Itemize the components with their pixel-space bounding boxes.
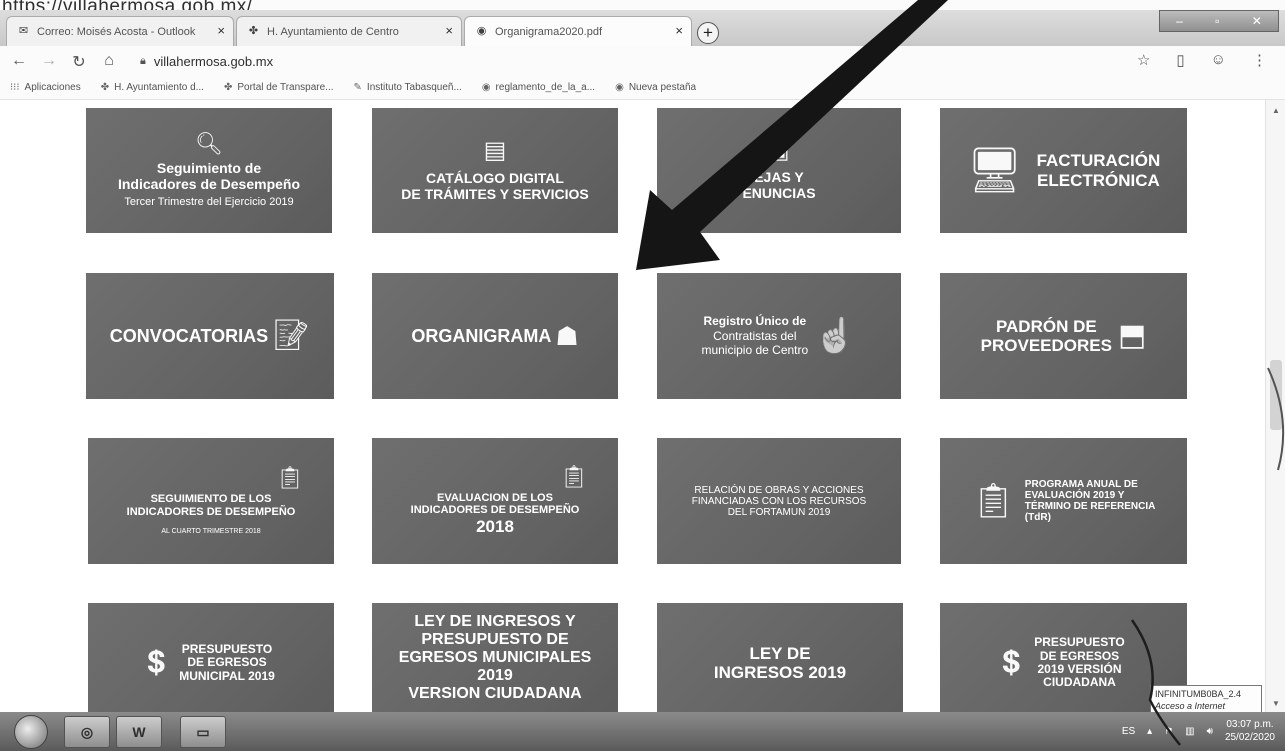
window-controls: – ▫ ✕ <box>1159 10 1279 32</box>
computer-icon: 🖥︎ <box>966 145 1023 195</box>
profile-icon[interactable]: ☺ <box>1211 51 1226 69</box>
taskbar: ◎ W ▭ ES ▴ ⚑ ▥ 🔊︎ 03:07 p.m. 25/02/2020 <box>0 712 1285 751</box>
flag-icon[interactable]: ⚑ <box>1164 726 1173 737</box>
reload-icon[interactable]: ↻ <box>70 52 88 72</box>
money-hand-icon: 💲︎ <box>147 646 166 679</box>
menu-dots-icon[interactable]: ⋮ <box>1252 51 1267 69</box>
system-tray: ES ▴ ⚑ ▥ 🔊︎ 03:07 p.m. 25/02/2020 <box>1122 718 1275 744</box>
municipal-icon: ✤ <box>223 82 233 93</box>
bookmark-nueva-pestana[interactable]: ◉ Nueva pestaña <box>615 82 696 93</box>
money-hand-icon: 💲︎ <box>1002 646 1021 679</box>
close-window-icon[interactable]: ✕ <box>1252 14 1262 28</box>
municipal-icon: ✤ <box>100 82 110 93</box>
url-text: villahermosa.gob.mx <box>153 53 274 69</box>
lock-icon: 🔒︎ <box>140 54 146 67</box>
tray-arrow-icon[interactable]: ▴ <box>1147 726 1152 737</box>
tile-facturacion-electronica[interactable]: 🖥︎ FACTURACIÓN ELECTRÓNICA <box>940 108 1187 233</box>
municipal-icon: ✤ <box>248 25 259 37</box>
document-pen-icon: 📝︎ <box>272 319 311 352</box>
globe-icon: ◉ <box>615 82 624 93</box>
tile-registro-contratistas[interactable]: Registro Único de Contratistas del munic… <box>657 273 901 399</box>
new-tab-button[interactable]: + <box>697 22 719 44</box>
vertical-scrollbar[interactable]: ▲ ▼ <box>1265 100 1285 712</box>
back-arrow-icon[interactable]: ← <box>10 52 28 70</box>
bookmark-apps[interactable]: ⁝⁝⁝ Aplicaciones <box>10 82 81 93</box>
tab-title: Correo: Moisés Acosta - Outlook <box>37 25 196 38</box>
clock[interactable]: 03:07 p.m. 25/02/2020 <box>1225 718 1275 744</box>
start-button[interactable] <box>14 715 48 749</box>
scroll-thumb[interactable] <box>1270 360 1282 430</box>
tile-organigrama[interactable]: ORGANIGRAMA ☗ <box>372 273 618 399</box>
tile-convocatorias[interactable]: CONVOCATORIAS 📝︎ <box>86 273 334 399</box>
tile-ley-ingresos-2019[interactable]: LEY DE INGRESOS 2019 <box>657 603 903 712</box>
network-tooltip: INFINITUMB0BA_2.4 Acceso a Internet <box>1150 685 1262 715</box>
tile-quejas-denuncias[interactable]: ▣ EJAS Y ENUNCIAS <box>657 108 901 233</box>
tile-evaluacion-indicadores-2018[interactable]: 📋︎ EVALUACION DE LOS INDICADORES DE DESE… <box>372 438 618 564</box>
tab-title: H. Ayuntamiento de Centro <box>267 25 399 38</box>
close-icon[interactable]: × <box>217 23 225 38</box>
bookmark-reglamento[interactable]: ◉ reglamento_de_la_a... <box>482 82 595 93</box>
tile-programa-anual-evaluacion[interactable]: 📋︎ PROGRAMA ANUAL DE EVALUACIÓN 2019 Y T… <box>940 438 1187 564</box>
network-icon[interactable]: ▥ <box>1185 726 1194 737</box>
feather-icon: ✎ <box>353 82 362 93</box>
tab-ayuntamiento[interactable]: ✤ H. Ayuntamiento de Centro × <box>236 16 462 46</box>
bookmark-ayuntamiento[interactable]: ✤ H. Ayuntamiento d... <box>101 82 204 93</box>
tile-padron-proveedores[interactable]: PADRÓN DE PROVEEDORES ⬒ <box>940 273 1187 399</box>
language-indicator[interactable]: ES <box>1122 726 1135 737</box>
tile-seguimiento-indicadores-2019[interactable]: 🔍︎ Seguimiento de Indicadores de Desempe… <box>86 108 332 233</box>
address-bar: ← → ↻ ⌂ 🔒︎ villahermosa.gob.mx ☆ ▯ ☺ ⋮ <box>0 46 1285 76</box>
magnifier-chart-icon: 🔍︎ <box>195 131 223 157</box>
tile-relacion-obras-fortamun[interactable]: RELACIÓN DE OBRAS Y ACCIONES FINANCIADAS… <box>657 438 901 564</box>
url-field[interactable]: 🔒︎ villahermosa.gob.mx <box>140 51 1140 71</box>
tab-title: Organigrama2020.pdf <box>495 25 603 38</box>
minimize-icon[interactable]: – <box>1176 14 1183 28</box>
star-icon[interactable]: ☆ <box>1137 51 1150 69</box>
tab-strip: ✉ Correo: Moisés Acosta - Outlook × ✤ H.… <box>0 10 1285 46</box>
globe-icon: ◉ <box>476 25 487 37</box>
complaint-icon: ▣ <box>768 137 790 163</box>
tab-outlook[interactable]: ✉ Correo: Moisés Acosta - Outlook × <box>6 16 234 46</box>
globe-icon: ◉ <box>481 82 491 93</box>
clipboard-gear-icon: 📋︎ <box>560 464 588 490</box>
close-icon[interactable]: × <box>445 23 453 38</box>
explorer-taskbar-icon[interactable]: ▭ <box>180 716 226 748</box>
scroll-down-icon[interactable]: ▼ <box>1272 699 1280 708</box>
word-taskbar-icon[interactable]: W <box>116 716 162 748</box>
page-content: 🔍︎ Seguimiento de Indicadores de Desempe… <box>0 100 1265 712</box>
hand-pointer-icon: ☝ <box>814 317 857 355</box>
catalog-icon: ▤ <box>483 136 507 164</box>
volume-icon[interactable]: 🔊︎ <box>1207 726 1213 737</box>
clipboard-gear-icon: 📋︎ <box>276 465 304 491</box>
tab-organigrama-pdf[interactable]: ◉ Organigrama2020.pdf × <box>464 16 692 46</box>
clipboard-check-icon: 📋︎ <box>971 482 1015 520</box>
org-chart-icon: ☗ <box>555 321 579 351</box>
home-icon[interactable]: ⌂ <box>100 52 118 70</box>
close-icon[interactable]: × <box>675 23 683 38</box>
maximize-icon[interactable]: ▫ <box>1215 14 1219 28</box>
outlook-icon: ✉ <box>18 25 29 37</box>
chrome-taskbar-icon[interactable]: ◎ <box>64 716 110 748</box>
box-hand-icon: ⬒ <box>1117 319 1147 352</box>
bookmark-instituto[interactable]: ✎ Instituto Tabasqueñ... <box>354 82 462 93</box>
tile-catalogo-digital[interactable]: ▤ CATÁLOGO DIGITAL DE TRÁMITES Y SERVICI… <box>372 108 618 233</box>
bookmarks-bar: ⁝⁝⁝ Aplicaciones ✤ H. Ayuntamiento d... ✤ P… <box>0 76 1285 100</box>
extension-icon[interactable]: ▯ <box>1176 51 1184 69</box>
forward-arrow-icon[interactable]: → <box>40 52 58 70</box>
tile-presupuesto-egresos-2019[interactable]: 💲︎ PRESUPUESTO DE EGRESOS MUNICIPAL 2019 <box>88 603 334 712</box>
tile-ley-ingresos-presupuesto[interactable]: LEY DE INGRESOS Y PRESUPUESTO DE EGRESOS… <box>372 603 618 712</box>
bookmark-transparencia[interactable]: ✤ Portal de Transpare... <box>224 82 334 93</box>
apps-grid-icon: ⁝⁝⁝ <box>10 82 20 93</box>
scroll-up-icon[interactable]: ▲ <box>1272 106 1280 115</box>
tile-seguimiento-indicadores-2018[interactable]: 📋︎ SEGUIMIENTO DE LOS INDICADORES DE DES… <box>88 438 334 564</box>
